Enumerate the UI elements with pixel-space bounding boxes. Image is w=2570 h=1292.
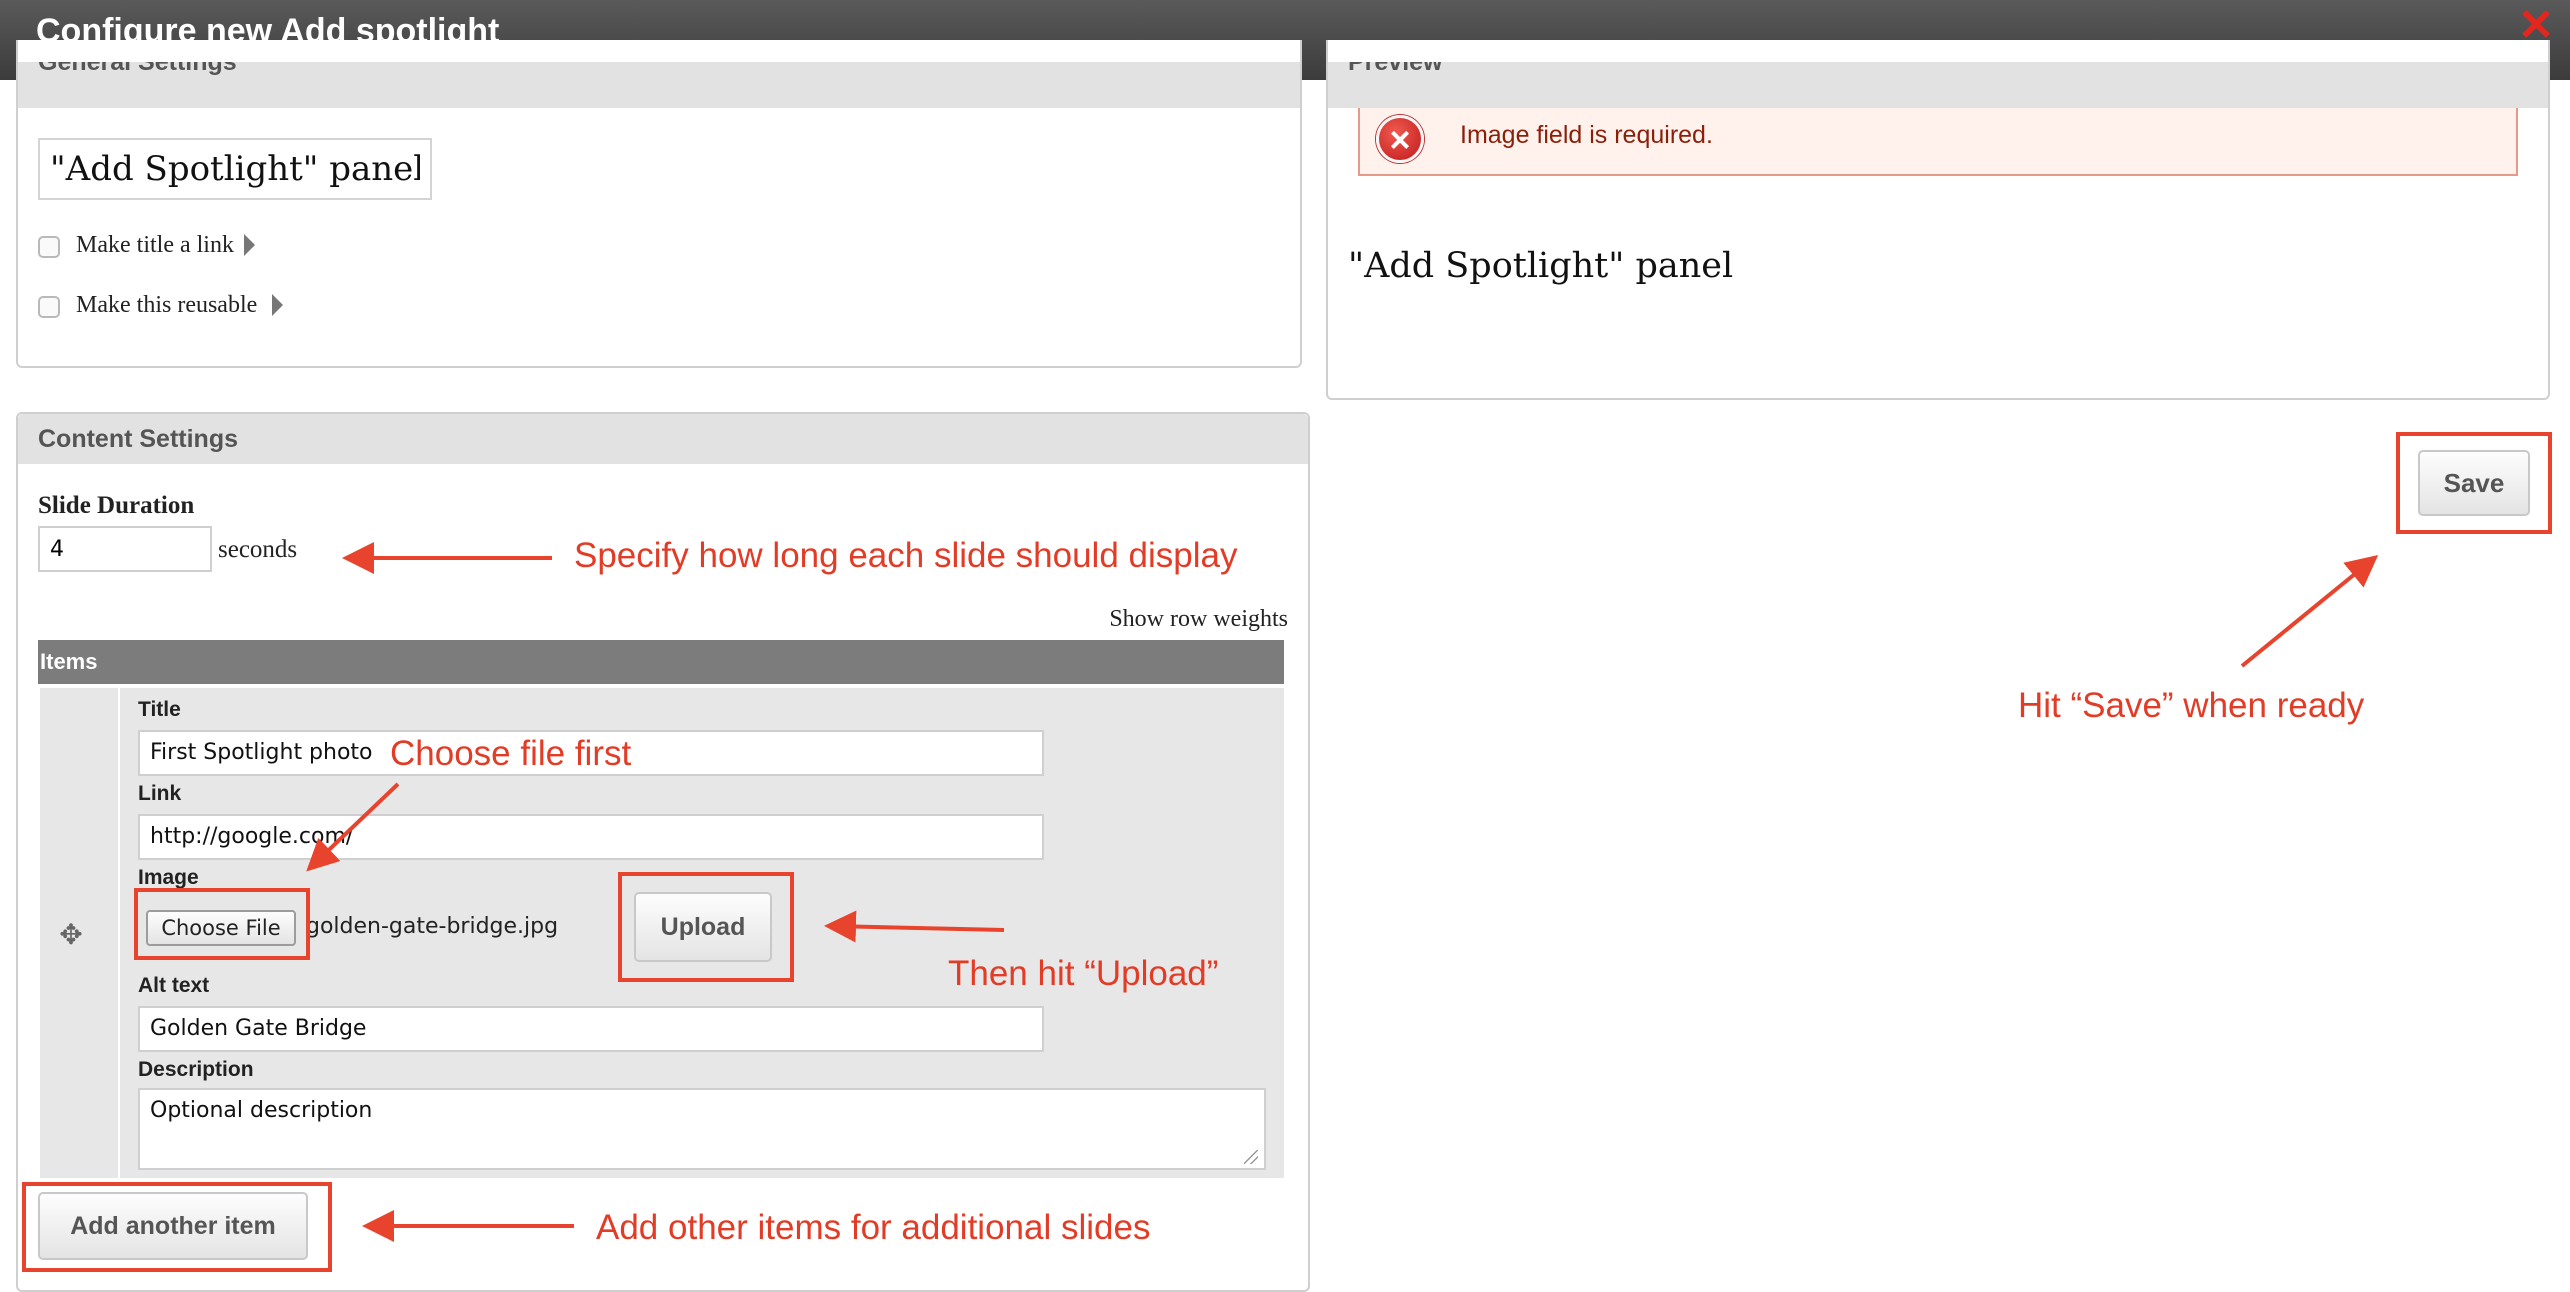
show-row-weights-link[interactable]: Show row weights [1100,606,1288,633]
item-description-label: Description [138,1058,254,1081]
items-table-header: Items [38,640,1284,684]
item-description-textarea[interactable]: Optional description [138,1088,1266,1170]
make-title-link-label: Make title a link [76,232,234,258]
drag-handle-icon[interactable]: ✥ [56,920,86,950]
make-reusable-checkbox[interactable] [38,296,60,318]
arrow-to-save [2240,554,2379,668]
selected-file-name: golden-gate-bridge.jpg [306,914,559,939]
upload-annotation: Then hit “Upload” [948,954,1219,993]
make-title-link-checkbox[interactable] [38,236,60,258]
choose-file-highlight-box [134,888,310,960]
item-image-label: Image [138,866,199,889]
item-title-label: Title [138,698,181,721]
content-settings-header: Content Settings [18,414,1308,464]
slide-duration-annotation: Specify how long each slide should displ… [574,536,1238,575]
panel-title-input[interactable] [38,138,432,200]
choose-file-annotation: Choose file first [390,734,632,773]
item-link-input[interactable]: http://google.com/ [138,814,1044,860]
general-settings-header: General Settings [18,62,1300,108]
preview-header: Preview [1328,62,2548,108]
preview-title: "Add Spotlight" panel [1348,246,1734,286]
slide-duration-input[interactable] [38,526,212,572]
item-alt-text-label: Alt text [138,974,210,997]
error-icon: × [1376,115,1424,163]
save-annotation: Hit “Save” when ready [2018,686,2365,725]
upload-highlight-box [618,872,794,982]
make-reusable-label: Make this reusable [76,292,258,318]
expand-triangle-icon[interactable] [272,294,283,316]
item-link-label: Link [138,782,182,805]
error-message: Image field is required. [1460,121,1713,149]
item-alt-text-input[interactable]: Golden Gate Bridge [138,1006,1044,1052]
slide-duration-label: Slide Duration [38,492,195,519]
seconds-label: seconds [218,536,298,563]
textarea-resize-handle[interactable] [1244,1150,1258,1164]
save-highlight-box [2396,432,2552,534]
add-items-annotation: Add other items for additional slides [596,1208,1151,1247]
expand-triangle-icon[interactable] [244,234,255,256]
add-item-highlight-box [22,1182,332,1272]
